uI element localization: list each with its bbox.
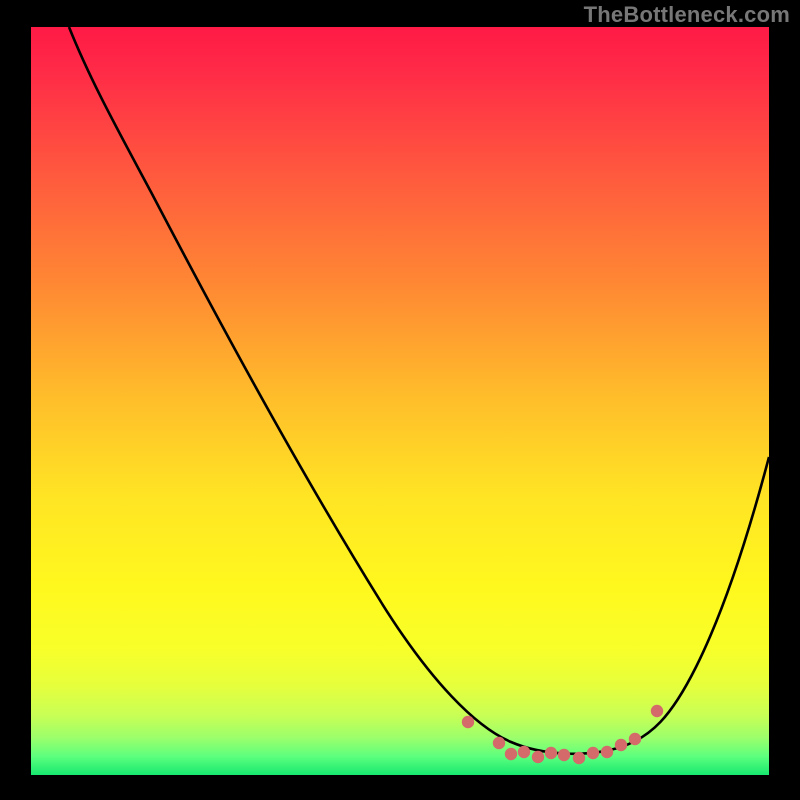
optimal-dot xyxy=(601,746,613,758)
optimal-dot xyxy=(532,751,544,763)
optimal-dot xyxy=(558,749,570,761)
optimal-dot xyxy=(462,716,474,728)
chart-frame: TheBottleneck.com xyxy=(0,0,800,800)
optimal-dot xyxy=(651,705,663,717)
gradient-background xyxy=(31,27,769,775)
optimal-dot xyxy=(518,746,530,758)
optimal-dot xyxy=(545,747,557,759)
plot-svg xyxy=(31,27,769,775)
optimal-dot xyxy=(573,752,585,764)
watermark-text: TheBottleneck.com xyxy=(584,2,790,28)
optimal-dot xyxy=(505,748,517,760)
optimal-dot xyxy=(587,747,599,759)
plot-area xyxy=(31,27,769,775)
optimal-dot xyxy=(615,739,627,751)
optimal-dot xyxy=(493,737,505,749)
optimal-dot xyxy=(629,733,641,745)
